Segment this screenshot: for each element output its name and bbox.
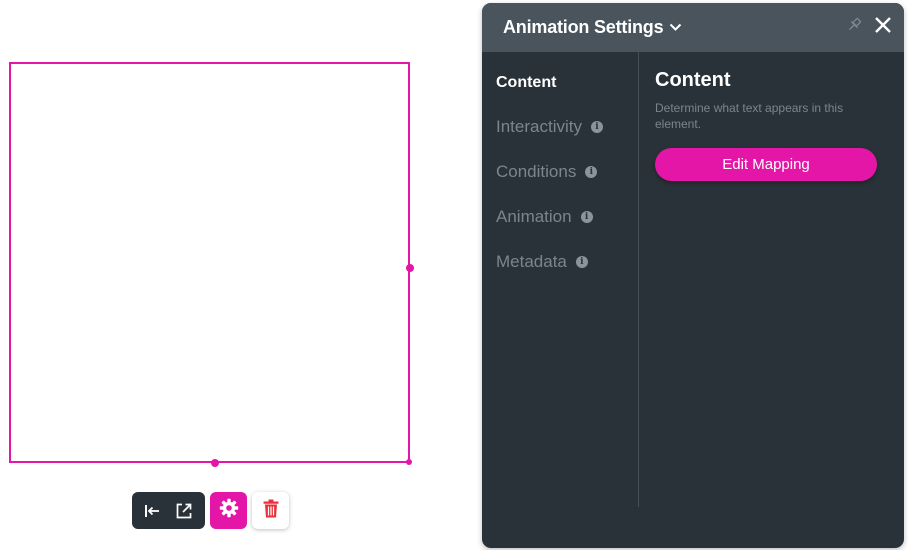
element-toolbar: [132, 492, 289, 529]
info-icon[interactable]: i: [575, 256, 588, 268]
selected-element[interactable]: [9, 62, 410, 463]
resize-handle-right[interactable]: [406, 264, 414, 272]
panel-body: Content Interactivity i Conditions i Ani…: [482, 52, 904, 548]
settings-button[interactable]: [210, 492, 247, 529]
edit-mapping-button[interactable]: Edit Mapping: [655, 148, 877, 181]
nav-item-label: Animation: [496, 207, 572, 226]
content-section: Content Determine what text appears in t…: [655, 69, 885, 181]
gear-icon: [219, 498, 239, 523]
panel-title[interactable]: Animation Settings: [503, 17, 664, 38]
external-link-icon[interactable]: [175, 502, 193, 520]
delete-button[interactable]: [252, 492, 289, 529]
nav-item-conditions[interactable]: Conditions i: [496, 162, 598, 182]
info-icon[interactable]: i: [585, 166, 598, 178]
nav-item-label: Conditions: [496, 162, 577, 181]
close-icon[interactable]: [874, 16, 892, 39]
animation-settings-panel: Animation Settings Content Interactivity…: [482, 3, 904, 548]
resize-handle-corner[interactable]: [406, 459, 412, 465]
nav-item-label: Metadata: [496, 252, 567, 271]
content-title: Content: [655, 69, 731, 91]
header-actions: [846, 16, 892, 39]
content-description: Determine what text appears in this elem…: [655, 101, 844, 131]
resize-handle-bottom[interactable]: [211, 459, 219, 467]
settings-nav: Content Interactivity i Conditions i Ani…: [482, 52, 639, 507]
nav-item-interactivity[interactable]: Interactivity i: [496, 117, 603, 137]
nav-item-metadata[interactable]: Metadata i: [496, 252, 588, 272]
pin-icon[interactable]: [846, 17, 862, 38]
panel-header: Animation Settings: [482, 3, 904, 52]
trash-icon: [263, 499, 279, 523]
nav-item-label: Content: [496, 74, 557, 91]
chevron-down-icon[interactable]: [669, 23, 682, 32]
nav-item-content[interactable]: Content: [496, 74, 556, 92]
toolbar-group: [132, 492, 205, 529]
info-icon[interactable]: i: [590, 121, 603, 133]
nav-item-animation[interactable]: Animation i: [496, 207, 593, 227]
nav-item-label: Interactivity: [496, 117, 582, 136]
align-left-icon[interactable]: [144, 504, 161, 518]
info-icon[interactable]: i: [580, 211, 593, 223]
